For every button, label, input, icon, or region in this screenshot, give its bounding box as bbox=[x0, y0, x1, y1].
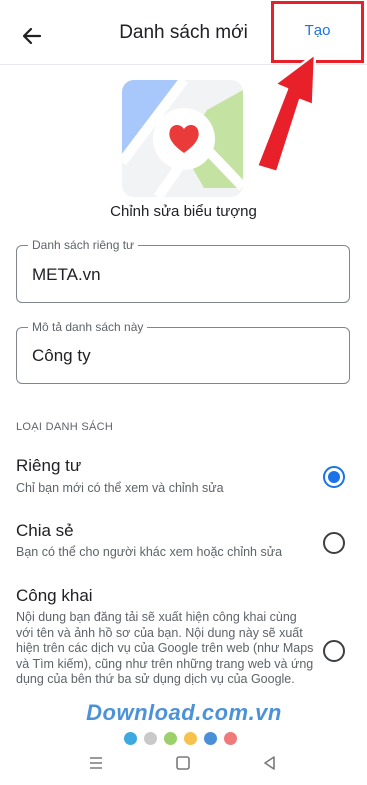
watermark-dot bbox=[144, 732, 157, 745]
list-type-header: LOẠI DANH SÁCH bbox=[16, 421, 114, 433]
list-name-field[interactable]: Danh sách riêng tư META.vn bbox=[16, 238, 350, 303]
watermark-dot bbox=[124, 732, 137, 745]
menu-icon[interactable] bbox=[88, 756, 104, 770]
option-private-description: Chỉ bạn mới có thể xem và chỉnh sửa bbox=[16, 481, 224, 495]
watermark-dot bbox=[164, 732, 177, 745]
option-public-title[interactable]: Công khai bbox=[16, 586, 93, 606]
radio-shared[interactable] bbox=[323, 532, 345, 554]
watermark-dot bbox=[224, 732, 237, 745]
radio-public[interactable] bbox=[323, 640, 345, 662]
option-shared-description: Bạn có thể cho người khác xem hoặc chỉnh… bbox=[16, 545, 283, 559]
back-triangle-icon[interactable] bbox=[262, 755, 278, 771]
create-button[interactable]: Tạo bbox=[271, 22, 364, 39]
map-heart-icon[interactable] bbox=[122, 80, 243, 197]
red-arrow-annotation bbox=[255, 52, 317, 172]
list-name-value: META.vn bbox=[32, 265, 101, 284]
watermark-logo: Download.com.vn bbox=[86, 700, 282, 725]
watermark-dot bbox=[184, 732, 197, 745]
watermark-dot bbox=[204, 732, 217, 745]
list-description-label: Mô tả danh sách này bbox=[28, 320, 148, 334]
option-shared-title[interactable]: Chia sẻ bbox=[16, 521, 74, 541]
watermark-dots bbox=[124, 732, 237, 745]
option-private-title[interactable]: Riêng tư bbox=[16, 456, 81, 476]
edit-icon-label[interactable]: Chỉnh sửa biểu tượng bbox=[0, 203, 367, 220]
radio-private[interactable] bbox=[323, 466, 345, 488]
home-square-icon[interactable] bbox=[175, 755, 191, 771]
list-description-field[interactable]: Mô tả danh sách này Công ty bbox=[16, 320, 350, 384]
list-name-label: Danh sách riêng tư bbox=[28, 238, 139, 252]
radio-selected-dot bbox=[328, 471, 340, 483]
list-description-value: Công ty bbox=[32, 346, 91, 365]
option-public-description: Nội dung bạn đăng tải sẽ xuất hiện công … bbox=[16, 610, 314, 688]
